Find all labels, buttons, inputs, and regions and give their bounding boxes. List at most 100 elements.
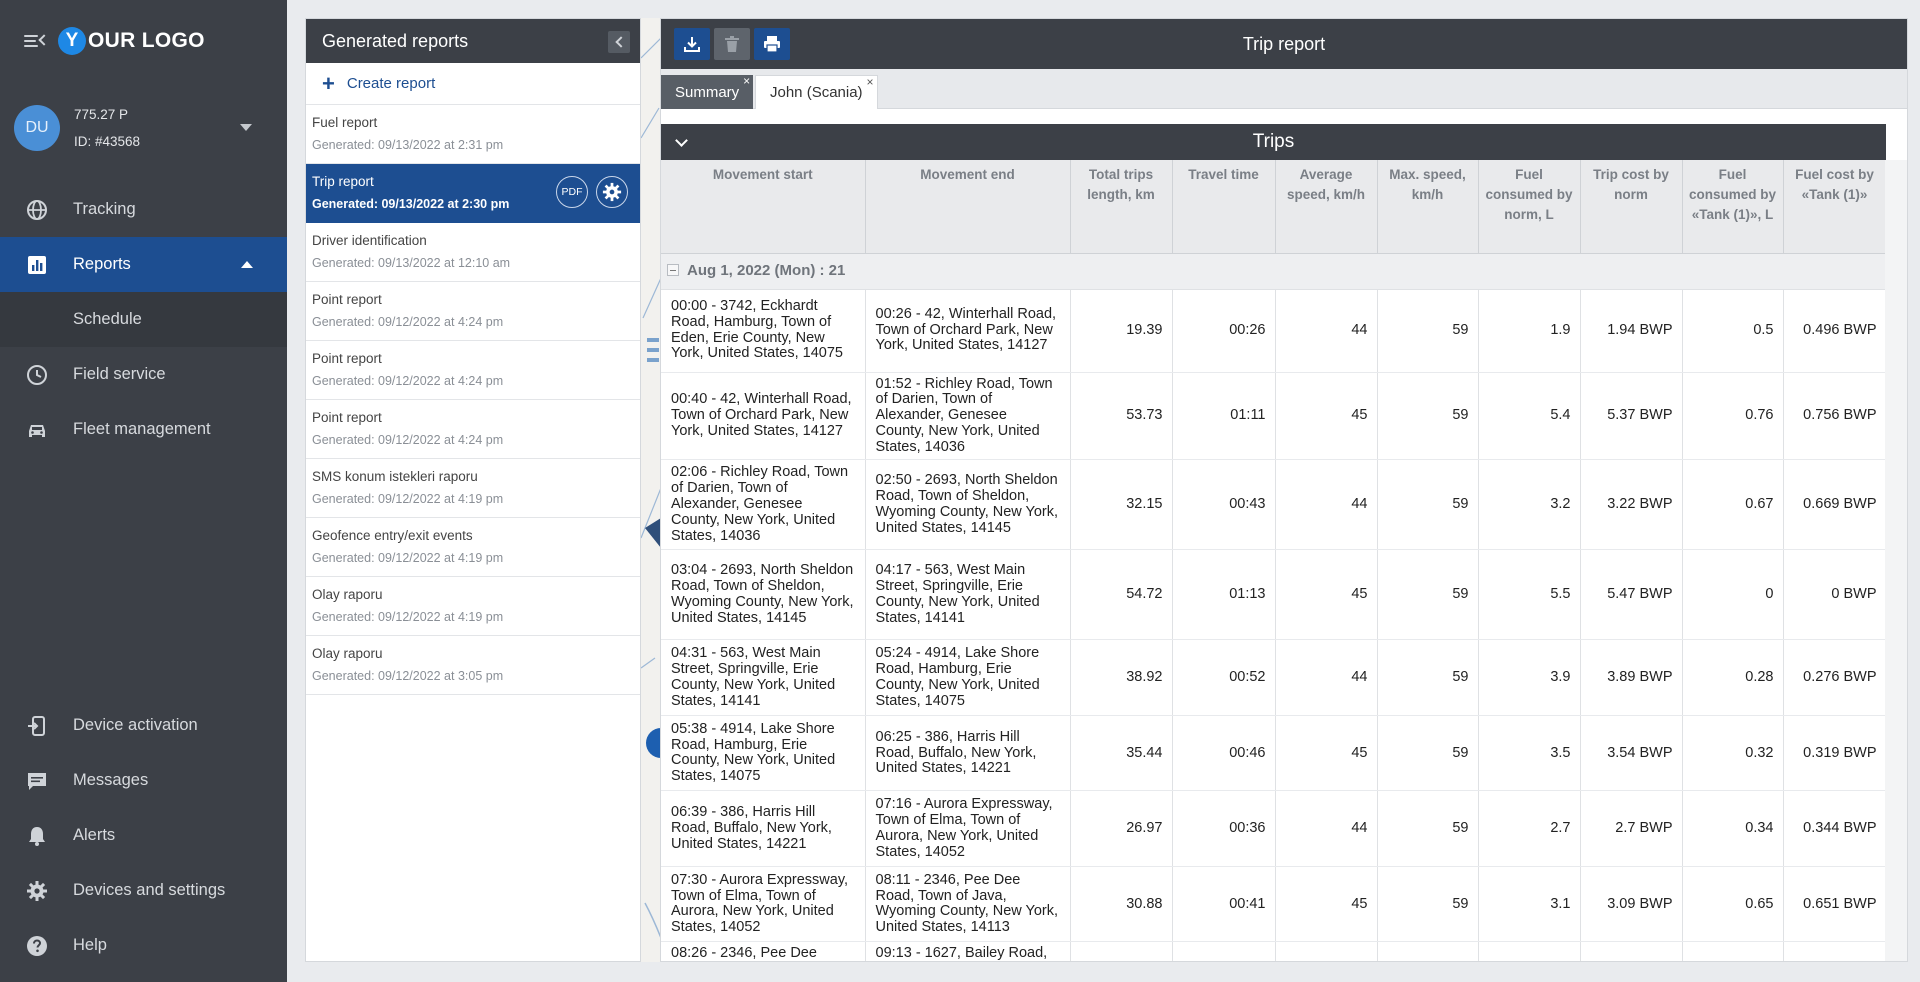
nav-item-alerts[interactable]: Alerts bbox=[0, 808, 287, 863]
trip-length-cell: 32.15 bbox=[1070, 459, 1173, 551]
trip-cost-cell bbox=[1580, 941, 1683, 961]
table-row[interactable]: 08:26 - 2346, Pee Dee 09:13 - 1627, Bail… bbox=[661, 941, 1887, 961]
report-item[interactable]: Driver identification Generated: 09/13/2… bbox=[306, 223, 640, 282]
report-item[interactable]: SMS konum istekleri raporu Generated: 09… bbox=[306, 459, 640, 518]
report-item[interactable]: Olay raporu Generated: 09/12/2022 at 4:1… bbox=[306, 577, 640, 636]
collapse-panel-button[interactable] bbox=[608, 31, 630, 53]
avg-speed-cell: 45 bbox=[1275, 372, 1378, 461]
table-row[interactable]: 02:06 - Richley Road, Town of Darien, To… bbox=[661, 459, 1887, 551]
report-item[interactable]: Olay raporu Generated: 09/12/2022 at 3:0… bbox=[306, 636, 640, 695]
tab-summary[interactable]: Summary × bbox=[661, 74, 754, 109]
help-icon bbox=[25, 934, 49, 958]
movement-start-cell: 00:00 - 3742, Eckhardt Road, Hamburg, To… bbox=[661, 289, 866, 373]
tab-john-scania[interactable]: John (Scania) × bbox=[755, 75, 878, 109]
chevron-up-icon bbox=[241, 261, 253, 268]
fuel-tank-cell: 0.65 bbox=[1682, 866, 1784, 943]
nav-item-reports[interactable]: Reports bbox=[0, 237, 287, 292]
gear-icon bbox=[25, 879, 49, 903]
fuel-tank-cell: 0.32 bbox=[1682, 715, 1784, 792]
nav-label: Tracking bbox=[73, 200, 136, 218]
vertical-scrollbar[interactable] bbox=[1885, 160, 1907, 961]
report-settings-button[interactable] bbox=[596, 176, 628, 208]
column-header[interactable]: Movement start bbox=[661, 160, 866, 254]
nav-label: Devices and settings bbox=[73, 881, 226, 899]
movement-start-cell: 04:31 - 563, West Main Street, Springvil… bbox=[661, 639, 866, 717]
account-switcher[interactable]: DU 775.27 P ID: #43568 bbox=[14, 104, 274, 152]
nav-label: Alerts bbox=[73, 826, 116, 844]
report-generated: Generated: 09/13/2022 at 2:31 pm bbox=[312, 138, 504, 152]
nav-item-fleet-management[interactable]: Fleet management bbox=[0, 402, 287, 457]
nav-item-devices-and-settings[interactable]: Devices and settings bbox=[0, 863, 287, 918]
report-item[interactable]: Fuel report Generated: 09/13/2022 at 2:3… bbox=[306, 105, 640, 164]
max-speed-cell: 59 bbox=[1377, 459, 1479, 551]
report-name: Fuel report bbox=[312, 115, 378, 130]
device-activation-icon bbox=[25, 714, 49, 738]
fuel-cost-cell: 0.669 BWP bbox=[1783, 459, 1887, 551]
fuel-norm-cell: 5.5 bbox=[1478, 549, 1581, 641]
column-header[interactable]: Fuel cost by «Tank (1)» bbox=[1783, 160, 1887, 254]
nav-item-field-service[interactable]: Field service bbox=[0, 347, 287, 402]
trips-section-header[interactable]: Trips bbox=[661, 124, 1886, 160]
max-speed-cell: 59 bbox=[1377, 549, 1479, 641]
bell-icon bbox=[25, 824, 49, 848]
nav-label: Device activation bbox=[73, 716, 198, 734]
nav-item-tracking[interactable]: Tracking bbox=[0, 182, 287, 237]
close-icon[interactable]: × bbox=[743, 74, 750, 88]
avg-speed-cell: 45 bbox=[1275, 715, 1378, 792]
report-item[interactable]: Point report Generated: 09/12/2022 at 4:… bbox=[306, 282, 640, 341]
fuel-cost-cell: 0.344 BWP bbox=[1783, 790, 1887, 868]
table-row[interactable]: 00:00 - 3742, Eckhardt Road, Hamburg, To… bbox=[661, 289, 1887, 373]
column-header[interactable]: Fuel consumed by norm, L bbox=[1478, 160, 1581, 254]
nav-item-messages[interactable]: Messages bbox=[0, 753, 287, 808]
movement-end-cell: 04:17 - 563, West Main Street, Springvil… bbox=[865, 549, 1071, 641]
chevron-down-icon[interactable] bbox=[240, 124, 252, 131]
table-row[interactable]: 05:38 - 4914, Lake Shore Road, Hamburg, … bbox=[661, 715, 1887, 792]
trip-length-cell: 53.73 bbox=[1070, 372, 1173, 461]
table-row[interactable]: 00:40 - 42, Winterhall Road, Town of Orc… bbox=[661, 372, 1887, 461]
group-row[interactable]: Aug 1, 2022 (Mon) : 21 bbox=[661, 253, 1887, 290]
nav-item-help[interactable]: Help bbox=[0, 918, 287, 973]
max-speed-cell: 59 bbox=[1377, 372, 1479, 461]
chevron-down-icon[interactable] bbox=[675, 134, 688, 147]
column-header[interactable]: Travel time bbox=[1172, 160, 1276, 254]
column-header[interactable]: Trip cost by norm bbox=[1580, 160, 1683, 254]
column-header[interactable]: Movement end bbox=[865, 160, 1071, 254]
table-row[interactable]: 04:31 - 563, West Main Street, Springvil… bbox=[661, 639, 1887, 717]
report-item[interactable]: Point report Generated: 09/12/2022 at 4:… bbox=[306, 341, 640, 400]
globe-icon bbox=[25, 198, 49, 222]
travel-time-cell: 00:46 bbox=[1172, 715, 1276, 792]
column-header[interactable]: Average speed, km/h bbox=[1275, 160, 1378, 254]
column-header[interactable]: Total trips length, km bbox=[1070, 160, 1173, 254]
nav-item-schedule[interactable]: Schedule bbox=[0, 292, 287, 347]
column-header[interactable]: Fuel consumed by «Tank (1)», L bbox=[1682, 160, 1784, 254]
pdf-export-button[interactable]: PDF bbox=[556, 176, 588, 208]
report-name: Point report bbox=[312, 410, 382, 425]
menu-collapse-icon[interactable] bbox=[24, 32, 50, 50]
panel-header: Generated reports bbox=[306, 19, 640, 63]
fuel-norm-cell: 3.9 bbox=[1478, 639, 1581, 717]
trip-cost-cell: 1.94 BWP bbox=[1580, 289, 1683, 373]
report-name: SMS konum istekleri raporu bbox=[312, 469, 478, 484]
sidebar: Y OUR LOGO DU 775.27 P ID: #43568 Tracki… bbox=[0, 0, 287, 982]
report-name: Point report bbox=[312, 292, 382, 307]
fuel-cost-cell: 0.276 BWP bbox=[1783, 639, 1887, 717]
table-row[interactable]: 06:39 - 386, Harris Hill Road, Buffalo, … bbox=[661, 790, 1887, 868]
table-row[interactable]: 07:30 - Aurora Expressway, Town of Elma,… bbox=[661, 866, 1887, 943]
report-generated: Generated: 09/12/2022 at 4:19 pm bbox=[312, 610, 504, 624]
close-icon[interactable]: × bbox=[867, 75, 874, 89]
report-item-selected[interactable]: Trip report Generated: 09/13/2022 at 2:3… bbox=[306, 164, 640, 223]
collapse-group-icon[interactable] bbox=[667, 264, 679, 277]
create-report-button[interactable]: + Create report bbox=[306, 63, 640, 105]
map-background[interactable] bbox=[641, 18, 661, 962]
fuel-norm-cell bbox=[1478, 941, 1581, 961]
trip-length-cell: 54.72 bbox=[1070, 549, 1173, 641]
table-row[interactable]: 03:04 - 2693, North Sheldon Road, Town o… bbox=[661, 549, 1887, 641]
travel-time-cell bbox=[1172, 941, 1276, 961]
column-header[interactable]: Max. speed, km/h bbox=[1377, 160, 1479, 254]
avg-speed-cell: 45 bbox=[1275, 549, 1378, 641]
report-item[interactable]: Geofence entry/exit events Generated: 09… bbox=[306, 518, 640, 577]
report-name: Point report bbox=[312, 351, 382, 366]
report-item[interactable]: Point report Generated: 09/12/2022 at 4:… bbox=[306, 400, 640, 459]
nav-item-device-activation[interactable]: Device activation bbox=[0, 698, 287, 753]
movement-start-cell: 02:06 - Richley Road, Town of Darien, To… bbox=[661, 459, 866, 551]
